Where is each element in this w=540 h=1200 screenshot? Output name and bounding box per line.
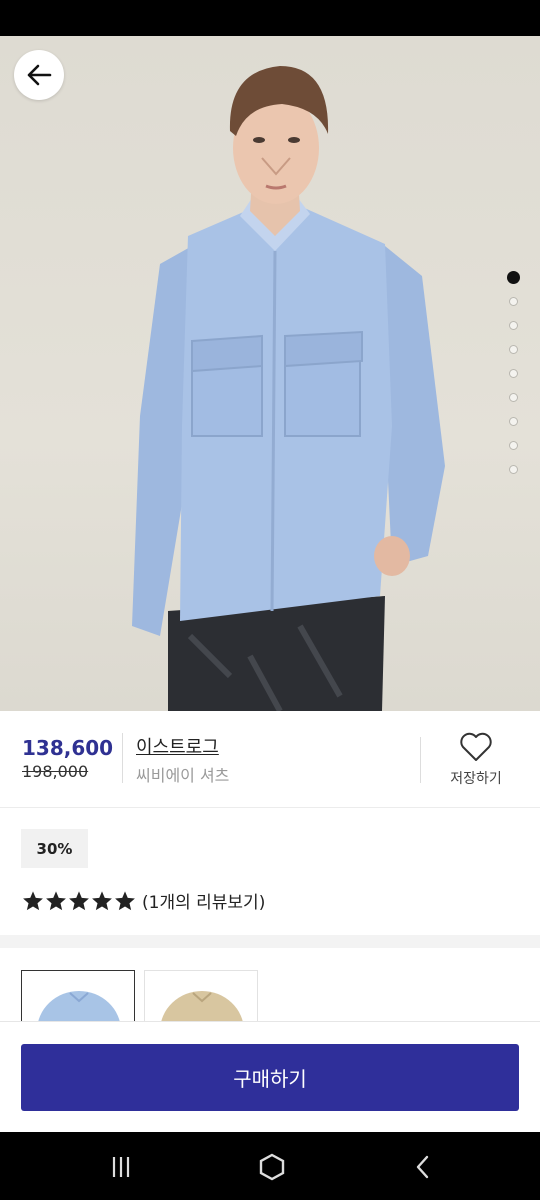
recent-apps-button[interactable] bbox=[103, 1150, 139, 1184]
model-photo bbox=[132, 66, 445, 711]
star-icon bbox=[92, 890, 112, 910]
pager-dot[interactable] bbox=[508, 441, 518, 450]
save-label: 저장하기 bbox=[450, 771, 502, 787]
pager-dot[interactable] bbox=[508, 297, 518, 306]
heart-icon bbox=[460, 732, 492, 761]
brand-link[interactable]: 이스트로그 bbox=[136, 733, 219, 759]
home-icon bbox=[259, 1153, 285, 1181]
shirt-thumbnail-beige bbox=[161, 991, 243, 1022]
pager-dot[interactable] bbox=[508, 321, 518, 330]
star-icon bbox=[46, 890, 66, 910]
pager-dot[interactable] bbox=[508, 369, 518, 378]
pager-dot-active[interactable] bbox=[506, 271, 520, 284]
recent-apps-icon bbox=[112, 1157, 130, 1177]
image-pager[interactable] bbox=[505, 271, 521, 489]
home-button[interactable] bbox=[254, 1150, 290, 1184]
system-back-button[interactable] bbox=[405, 1150, 441, 1184]
star-icon bbox=[69, 890, 89, 910]
buy-button[interactable]: 구매하기 bbox=[21, 1044, 519, 1111]
original-price: 198,000 bbox=[22, 762, 89, 781]
product-image[interactable] bbox=[0, 36, 540, 711]
back-arrow-icon bbox=[27, 64, 52, 86]
sale-price: 138,600 bbox=[22, 736, 114, 760]
rating-review-link[interactable]: (1개의 리뷰보기) bbox=[22, 888, 265, 913]
review-count-link[interactable]: (1개의 리뷰보기) bbox=[142, 888, 265, 913]
color-option-thumbnail[interactable] bbox=[144, 970, 258, 1022]
status-bar bbox=[0, 0, 540, 36]
divider bbox=[420, 737, 421, 783]
back-nav-icon bbox=[416, 1155, 429, 1179]
star-icon bbox=[23, 890, 43, 910]
pager-dot[interactable] bbox=[508, 345, 518, 354]
divider bbox=[122, 733, 123, 783]
pager-dot[interactable] bbox=[508, 393, 518, 402]
product-name: 씨비에이 셔츠 bbox=[136, 766, 230, 785]
pager-dot[interactable] bbox=[508, 417, 518, 426]
section-separator bbox=[0, 935, 540, 948]
shirt-thumbnail-blue bbox=[38, 991, 120, 1022]
save-button[interactable]: 저장하기 bbox=[440, 732, 512, 792]
star-icon bbox=[115, 890, 135, 910]
pager-dot[interactable] bbox=[508, 465, 518, 474]
color-option-thumbnail-selected[interactable] bbox=[21, 970, 135, 1022]
discount-badge: 30% bbox=[21, 829, 88, 868]
back-button[interactable] bbox=[14, 50, 64, 100]
